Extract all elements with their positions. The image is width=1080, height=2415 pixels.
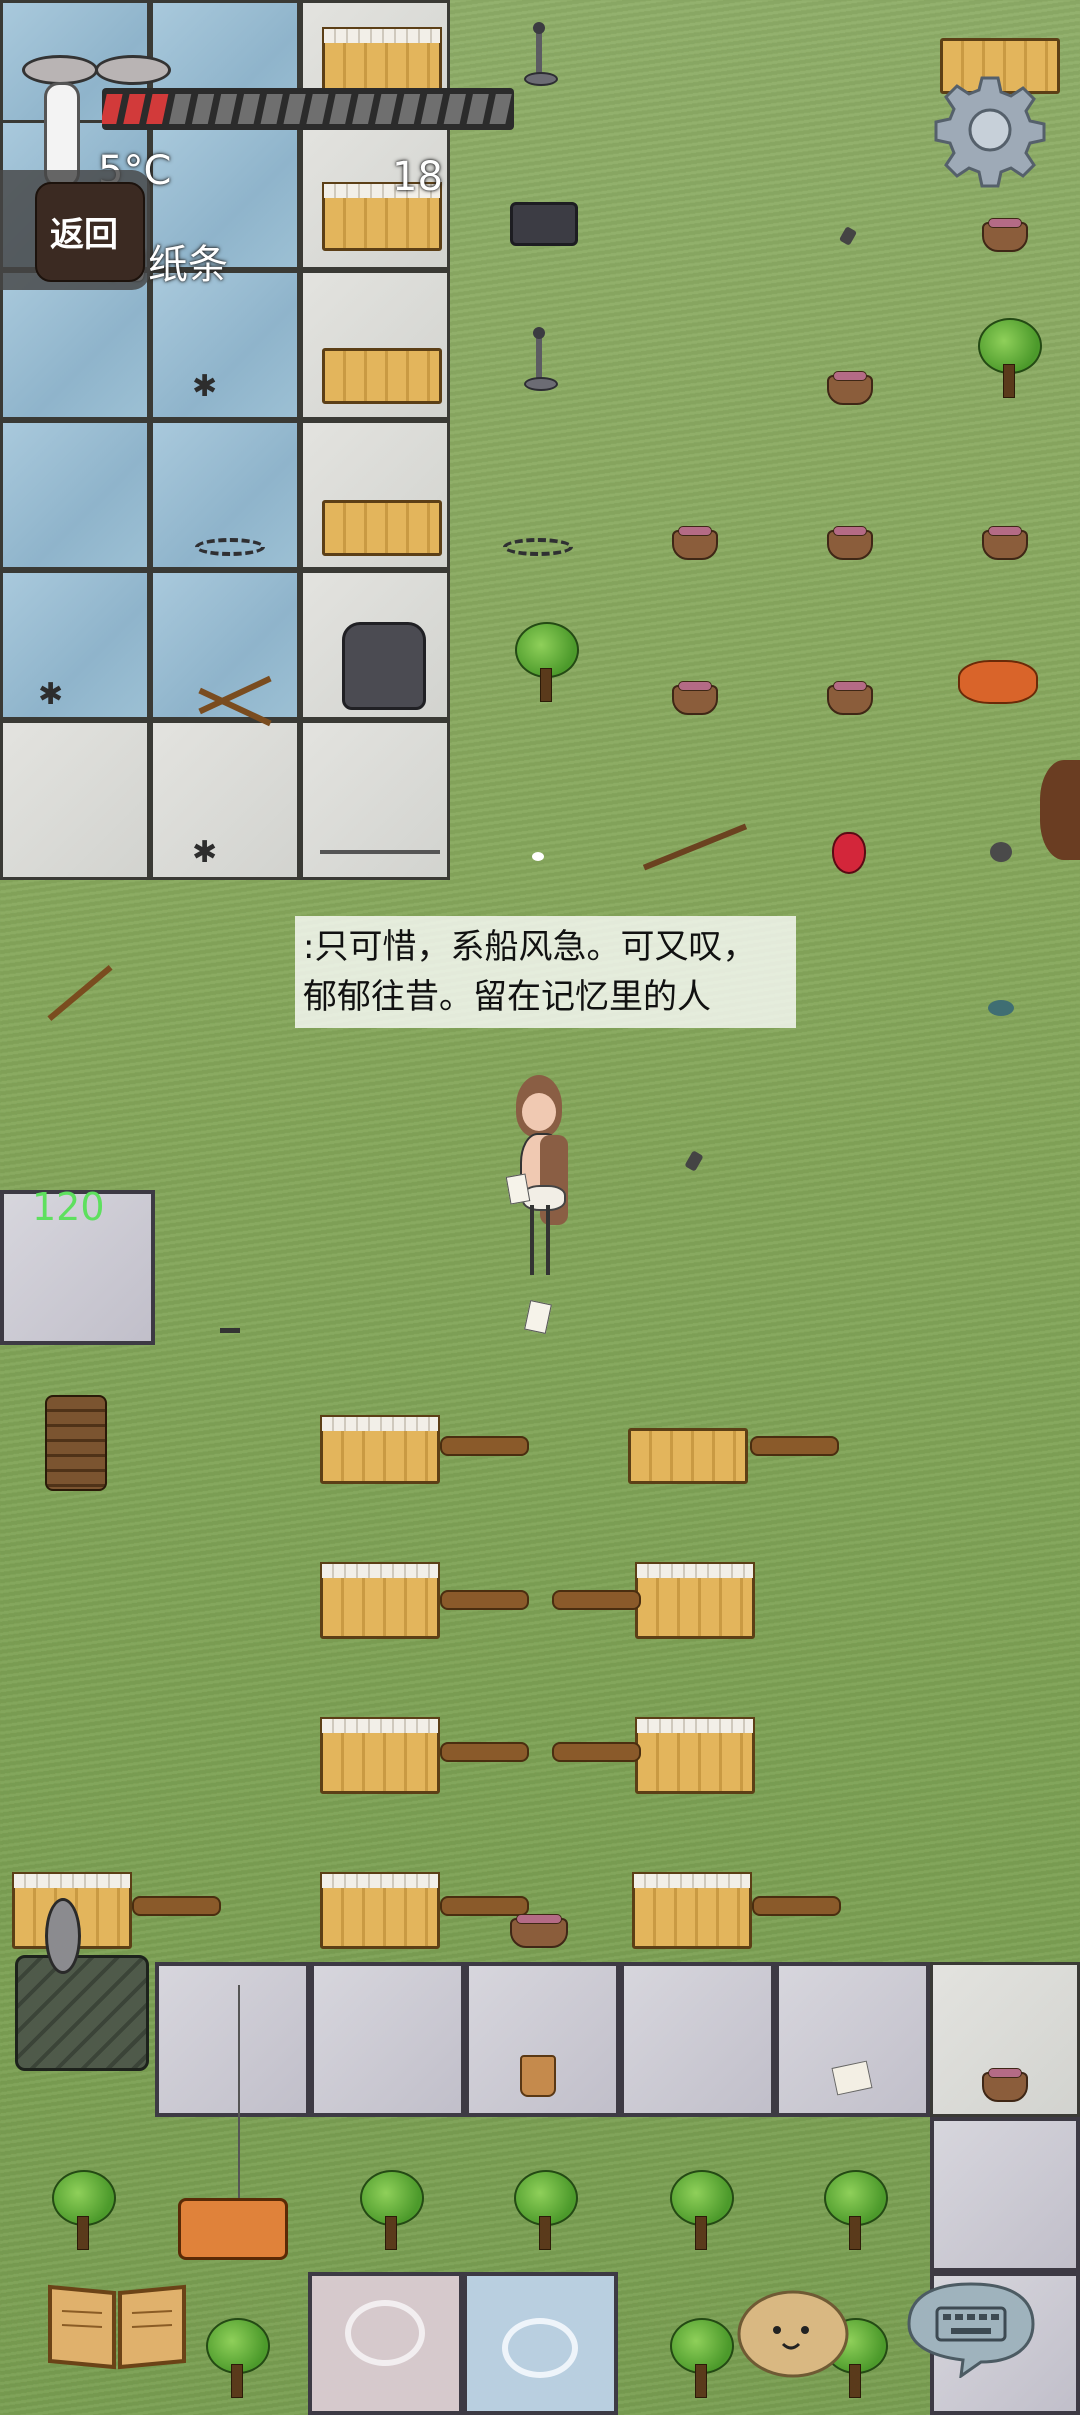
stone-tile[interactable]	[930, 2117, 1080, 2272]
speech-bubble: :只可惜，系船风急。可又叹，郁郁往昔。留在记忆里的人	[295, 916, 796, 1028]
paper-rack[interactable]	[628, 1428, 748, 1484]
tree[interactable]	[515, 622, 579, 704]
settings-button[interactable]	[930, 70, 1050, 190]
berry-basket[interactable]	[982, 2068, 1028, 2102]
stone-well[interactable]	[15, 1955, 149, 2071]
journal-button[interactable]	[42, 2275, 192, 2375]
egg[interactable]	[532, 852, 544, 861]
rack-handle	[750, 1436, 839, 1456]
berry-basket[interactable]	[982, 526, 1028, 560]
hunger-bar	[100, 88, 514, 130]
hunger-bar-svg	[100, 88, 514, 130]
berry-basket[interactable]	[672, 681, 718, 715]
game-world[interactable]: ✱ ✱ ✱	[0, 0, 1080, 2415]
string-line	[238, 1985, 240, 2215]
spindle[interactable]	[524, 22, 558, 86]
wooden-bucket[interactable]	[520, 2055, 556, 2097]
rack-handle	[440, 1436, 529, 1456]
metal-canister[interactable]	[510, 202, 578, 246]
keyboard-icon	[907, 2282, 1035, 2380]
tree[interactable]	[978, 318, 1042, 400]
orange-machine[interactable]	[178, 2198, 288, 2260]
horse[interactable]	[1040, 760, 1080, 860]
paper-note[interactable]	[524, 1300, 552, 1334]
rack-handle	[752, 1896, 841, 1916]
small-stick[interactable]	[220, 1328, 240, 1333]
berry-basket[interactable]	[672, 526, 718, 560]
small-stone[interactable]	[988, 1000, 1014, 1016]
book-icon	[48, 2284, 186, 2370]
kindling-pile[interactable]: ✱	[38, 680, 94, 710]
floor-tile[interactable]	[300, 720, 450, 880]
rack-handle	[440, 1590, 529, 1610]
spindle[interactable]	[524, 327, 558, 391]
stone-tile[interactable]	[310, 1962, 465, 2117]
stone-tile[interactable]	[775, 1962, 930, 2117]
pile-of-bowls[interactable]	[45, 1395, 107, 1491]
grinding-stone[interactable]	[22, 55, 98, 85]
tree-branch[interactable]	[642, 823, 748, 871]
iron-pot[interactable]	[342, 622, 426, 710]
tree[interactable]	[206, 2318, 270, 2400]
tree[interactable]	[670, 2318, 734, 2400]
berry-basket[interactable]	[982, 218, 1028, 252]
tree[interactable]	[514, 2170, 578, 2252]
grinding-wheel[interactable]	[45, 1898, 81, 1974]
rope-coil[interactable]	[195, 538, 265, 556]
keyboard-button[interactable]	[905, 2278, 1037, 2380]
wooden-crate[interactable]	[322, 348, 442, 404]
rack-handle	[132, 1896, 221, 1916]
back-button-label: 返回	[50, 215, 118, 255]
wooden-crate[interactable]	[322, 182, 442, 251]
empty-basket[interactable]	[510, 1914, 568, 1948]
paper-rack[interactable]	[320, 1415, 440, 1484]
speech-text: :只可惜，系船风急。可又叹，郁郁往昔。留在记忆里的人	[303, 927, 757, 1017]
berry-basket[interactable]	[827, 526, 873, 560]
board[interactable]	[320, 850, 440, 854]
wild-berry[interactable]	[832, 832, 866, 874]
potato-face-icon	[737, 2290, 849, 2378]
gear-icon	[934, 76, 1046, 188]
carrot-pile[interactable]	[958, 660, 1038, 704]
grinding-stone[interactable]	[95, 55, 171, 85]
berry-basket[interactable]	[827, 681, 873, 715]
age-counter: 120	[32, 1185, 105, 1229]
small-stone[interactable]	[990, 842, 1012, 862]
paper-rack[interactable]	[320, 1872, 440, 1949]
wooden-crate[interactable]	[322, 500, 442, 556]
bear-face-icon	[345, 2300, 425, 2366]
paper-rack[interactable]	[635, 1717, 755, 1794]
paper-rack[interactable]	[320, 1717, 440, 1794]
rack-handle	[552, 1742, 641, 1762]
water-tile[interactable]	[0, 270, 150, 420]
emote-button[interactable]	[735, 2282, 851, 2380]
water-tile[interactable]	[0, 420, 150, 570]
tree[interactable]	[52, 2170, 116, 2252]
floor-tile[interactable]	[0, 720, 150, 880]
rack-handle	[552, 1590, 641, 1610]
berry-basket[interactable]	[827, 371, 873, 405]
flint-chip[interactable]	[838, 226, 858, 246]
rope-coil[interactable]	[503, 538, 573, 556]
stone-hatchet[interactable]	[47, 964, 113, 1022]
stone-tile[interactable]	[155, 1962, 310, 2117]
player-character[interactable]	[500, 1075, 580, 1285]
rack-handle	[440, 1742, 529, 1762]
rack-handle	[440, 1896, 529, 1916]
rabbit-face-icon	[502, 2318, 578, 2378]
paper-rack[interactable]	[632, 1872, 752, 1949]
paper-rack[interactable]	[635, 1562, 755, 1639]
kindling-pile[interactable]: ✱	[192, 372, 248, 402]
stone-tile[interactable]	[620, 1962, 775, 2117]
food-count: 18	[392, 154, 443, 200]
kindling-pile[interactable]: ✱	[192, 838, 248, 868]
tree[interactable]	[670, 2170, 734, 2252]
paper-rack[interactable]	[320, 1562, 440, 1639]
back-button[interactable]: 返回	[0, 170, 150, 290]
flint-chip[interactable]	[684, 1150, 704, 1172]
tree[interactable]	[824, 2170, 888, 2252]
tree[interactable]	[360, 2170, 424, 2252]
